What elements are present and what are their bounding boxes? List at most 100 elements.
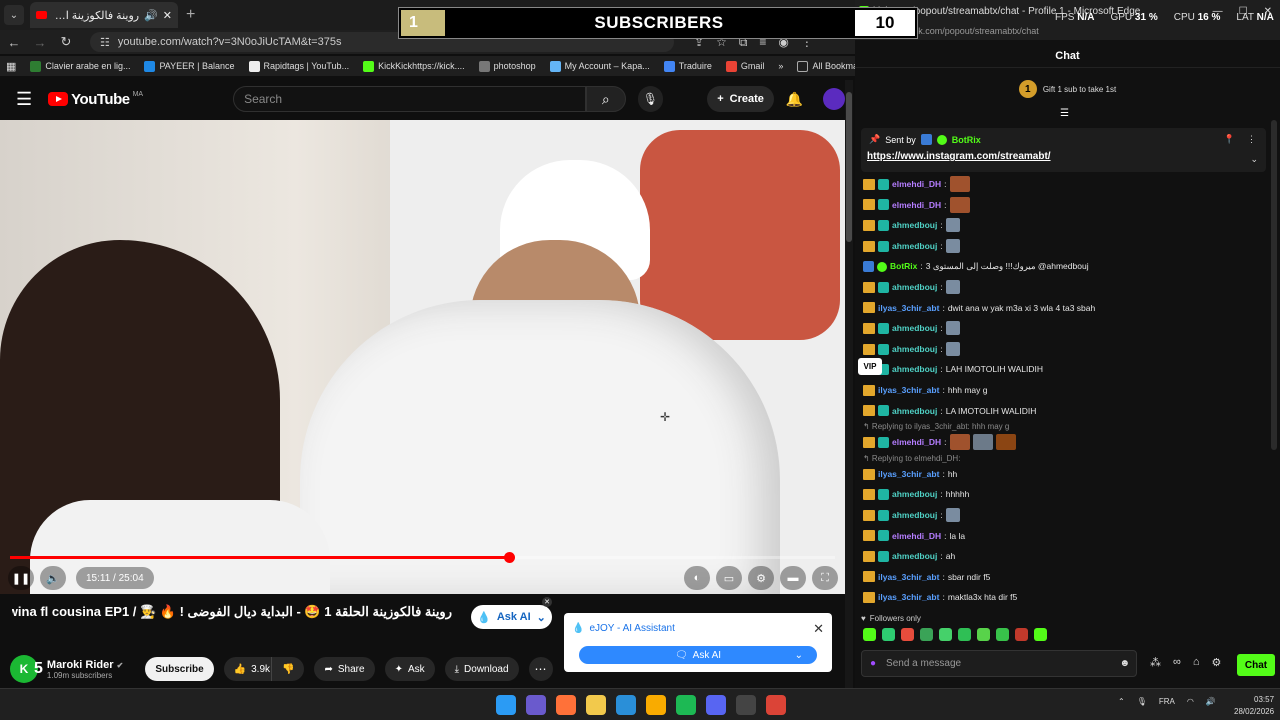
reload-icon[interactable]: ↻ xyxy=(58,34,74,50)
more-actions-button[interactable]: ⋯ xyxy=(528,657,553,681)
chat-message[interactable]: elmehdi_DH: la la xyxy=(863,526,1273,547)
more-bookmarks-icon[interactable]: » xyxy=(778,61,783,71)
bookmark-item[interactable]: Traduire xyxy=(663,60,712,72)
chat-message[interactable]: ahmedbouj: xyxy=(863,215,1273,236)
chat-username[interactable]: ahmedbouj xyxy=(892,490,937,499)
emote-icon[interactable] xyxy=(901,628,914,641)
subtitles-button[interactable]: ▭ xyxy=(716,566,742,590)
emote-icon[interactable] xyxy=(977,628,990,641)
chat-username[interactable]: ilyas_3chir_abt xyxy=(878,386,939,395)
pinned-author[interactable]: BotRix xyxy=(952,135,981,145)
chat-username[interactable]: ilyas_3chir_abt xyxy=(878,593,939,602)
volume-button[interactable]: 🔈 xyxy=(40,566,66,590)
input-language[interactable]: FRA xyxy=(1159,697,1175,706)
discord-icon[interactable] xyxy=(706,695,726,715)
obs-icon[interactable] xyxy=(736,695,756,715)
chat-scrollbar[interactable] xyxy=(1271,120,1277,450)
chat-message[interactable]: ilyas_3chir_abt: hhh may g xyxy=(863,380,1273,401)
emote-icon[interactable] xyxy=(1015,628,1028,641)
apps-grid-icon[interactable]: ▦ xyxy=(6,60,16,73)
new-tab-icon[interactable]: + xyxy=(186,6,195,24)
chat-message[interactable]: BotRix: ميروك!!! وصلت إلى المستوى 3 @ahme… xyxy=(863,256,1273,277)
scrollbar-thumb[interactable] xyxy=(846,92,852,242)
back-icon[interactable]: ← xyxy=(6,35,22,50)
tab-actions-icon[interactable]: ⌄ xyxy=(4,5,24,25)
chat-username[interactable]: ahmedbouj xyxy=(892,324,937,333)
filter-icon[interactable]: ☰ xyxy=(1060,108,1069,119)
bookmark-item[interactable]: PAYEER | Balance xyxy=(144,60,235,72)
chat-username[interactable]: ahmedbouj xyxy=(892,221,937,230)
chat-username[interactable]: elmehdi_DH xyxy=(892,532,941,541)
firefox-icon[interactable] xyxy=(556,695,576,715)
chat-settings-gear-icon[interactable]: ⚙ xyxy=(1212,656,1222,669)
channel-name[interactable]: Maroki Rider ✔ xyxy=(47,659,123,671)
more-options-icon[interactable]: ⋮ xyxy=(1247,134,1256,145)
bookmark-item[interactable]: Rapidtags | YouTub... xyxy=(248,60,349,72)
emote-icon[interactable] xyxy=(863,628,876,641)
bookmark-item[interactable]: My Account – Kapa... xyxy=(549,60,650,72)
video-progress-bar[interactable] xyxy=(10,552,835,563)
unpin-icon[interactable]: 📍 xyxy=(1224,134,1235,145)
chat-username[interactable]: ilyas_3chir_abt xyxy=(878,573,939,582)
emote-icon[interactable] xyxy=(1034,628,1047,641)
gift-sub-banner[interactable]: 1 Gift 1 sub to take 1st xyxy=(855,78,1280,100)
create-button[interactable]: + Create xyxy=(707,86,774,112)
fullscreen-button[interactable]: ⛶ xyxy=(812,566,838,590)
edge-icon[interactable] xyxy=(616,695,636,715)
site-info-icon[interactable]: ☷ xyxy=(100,36,110,49)
chat-message[interactable]: ilyas_3chir_abt: maktla3x hta dir f5 xyxy=(863,587,1273,604)
tab-close-icon[interactable]: ✕ xyxy=(163,9,172,22)
ask-ai-close-icon[interactable]: ✕ xyxy=(542,597,552,607)
chat-message[interactable]: elmehdi_DH: xyxy=(863,195,1273,216)
bookmark-item[interactable]: KickKickhttps://kick.... xyxy=(363,60,465,72)
pinned-link[interactable]: https://www.instagram.com/streamabt/ xyxy=(867,151,1051,162)
chat-message[interactable]: ahmedbouj: LAH IMOTOLIH WALIDIH xyxy=(863,359,1273,380)
emote-icon[interactable] xyxy=(882,628,895,641)
menu-hamburger-icon[interactable]: ☰ xyxy=(16,89,32,110)
ask-button[interactable]: ✦ Ask xyxy=(384,657,435,681)
dislike-button[interactable]: 👎 xyxy=(271,657,305,681)
chat-message[interactable]: ahmedbouj: xyxy=(863,339,1273,360)
chat-username[interactable]: ilyas_3chir_abt xyxy=(878,304,939,313)
file-explorer-icon[interactable] xyxy=(586,695,606,715)
volume-tray-icon[interactable]: 🔊 xyxy=(1206,697,1216,706)
bookmark-item[interactable]: Gmail xyxy=(725,60,764,72)
chat-username[interactable]: ilyas_3chir_abt xyxy=(878,470,939,479)
system-clock[interactable]: 03:57 28/02/2026 xyxy=(1234,694,1274,718)
chat-message[interactable]: ahmedbouj: xyxy=(863,236,1273,257)
chat-username[interactable]: elmehdi_DH xyxy=(892,180,941,189)
ask-ai-button[interactable]: 💧 Ask AI ⌄ xyxy=(471,605,552,629)
infinity-icon[interactable]: ∞ xyxy=(1173,656,1181,669)
chat-message[interactable]: ahmedbouj: xyxy=(863,318,1273,339)
browser-tab-youtube[interactable]: روينة فالكوزينة الحلقة 1 🤩 - البداية ديا… xyxy=(30,2,178,28)
chat-username[interactable]: BotRix xyxy=(890,262,917,271)
tab-audio-icon[interactable]: 🔊 xyxy=(144,9,158,22)
chat-message[interactable]: elmehdi_DH: xyxy=(863,174,1273,195)
chat-username[interactable]: ahmedbouj xyxy=(892,365,937,374)
store-icon[interactable]: ⌂ xyxy=(1193,656,1200,669)
chevron-down-icon[interactable]: ⌄ xyxy=(795,650,803,661)
expand-chevron-icon[interactable]: ⌄ xyxy=(1250,154,1258,165)
chat-username[interactable]: ahmedbouj xyxy=(892,407,937,416)
voice-search-button[interactable]: 🎙 xyxy=(637,86,664,112)
ejoy-ask-ai-button[interactable]: 🗨 Ask AI ⌄ xyxy=(579,646,817,664)
network-icon[interactable]: ◠ xyxy=(1187,697,1194,706)
chat-message[interactable]: ahmedbouj: xyxy=(863,505,1273,526)
chat-message-list[interactable]: elmehdi_DH: elmehdi_DH: ahmedbouj: ahmedbou… xyxy=(863,174,1273,604)
subscribe-button[interactable]: Subscribe xyxy=(145,657,214,681)
emote-icon[interactable] xyxy=(996,628,1009,641)
page-scrollbar[interactable] xyxy=(845,80,853,688)
forward-icon[interactable]: → xyxy=(32,35,48,50)
chrome-icon[interactable] xyxy=(766,695,786,715)
chat-username[interactable]: ahmedbouj xyxy=(892,511,937,520)
chat-message[interactable]: ahmedbouj: xyxy=(863,277,1273,298)
chat-message-input[interactable]: ● Send a message ☻ xyxy=(861,650,1137,677)
download-button[interactable]: ⤓ Download xyxy=(444,657,519,681)
chat-username[interactable]: elmehdi_DH xyxy=(892,201,941,210)
chat-message[interactable]: ilyas_3chir_abt: dwit ana w yak m3a xi 3 … xyxy=(863,298,1273,319)
chat-message[interactable]: ilyas_3chir_abt: hh xyxy=(863,464,1273,485)
emote-icon[interactable] xyxy=(939,628,952,641)
chat-username[interactable]: elmehdi_DH xyxy=(892,438,941,447)
chat-message[interactable]: ahmedbouj: ah xyxy=(863,546,1273,567)
chat-username[interactable]: ahmedbouj xyxy=(892,283,937,292)
